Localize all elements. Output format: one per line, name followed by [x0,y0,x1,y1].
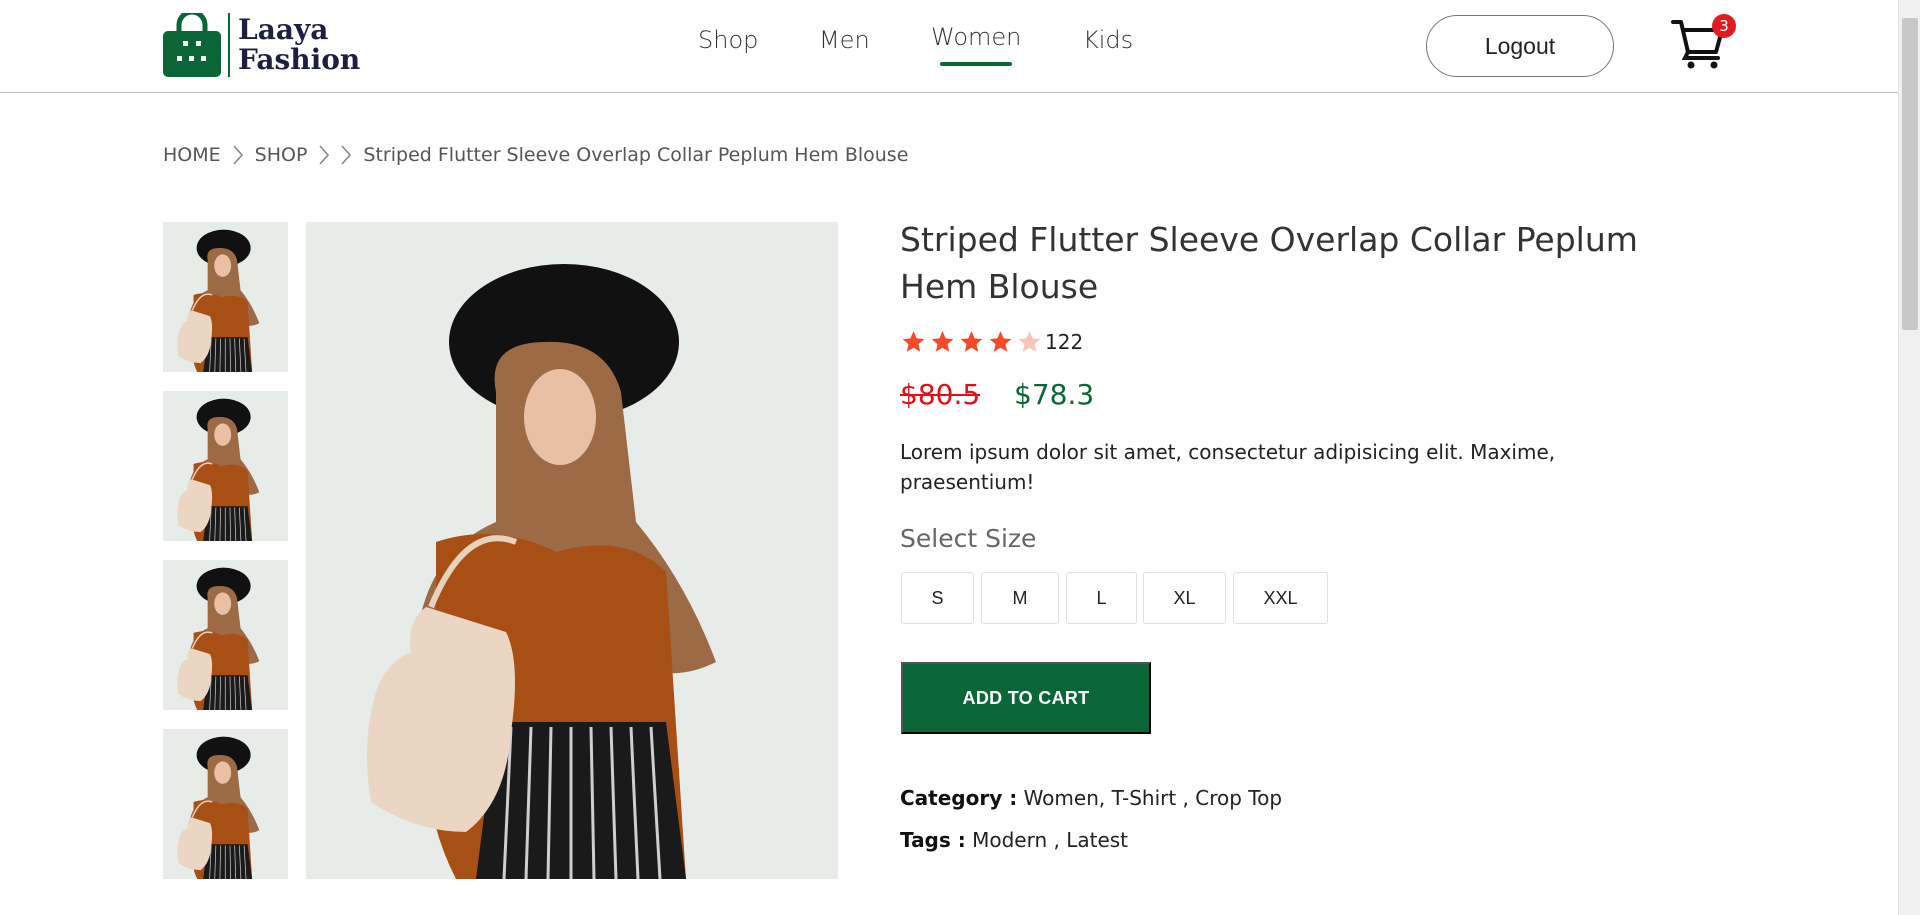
chevron-right-icon [319,145,330,165]
size-option-s[interactable]: S [901,572,974,624]
size-option-l[interactable]: L [1066,572,1137,624]
product-rating: 122 [900,329,1083,355]
product-category: Category : Women, T-Shirt , Crop Top [900,786,1282,810]
category-label: Category : [900,786,1018,810]
size-option-xxl[interactable]: XXL [1233,572,1328,624]
chevron-right-icon [341,145,352,165]
page-scrollbar[interactable] [1898,0,1920,915]
sale-price: $78.3 [1014,378,1095,411]
nav-men[interactable]: Men [819,26,870,54]
review-count: 122 [1045,330,1084,354]
product-description: Lorem ipsum dolor sit amet, consectetur … [900,440,1556,494]
shopping-bag-icon [162,9,222,77]
breadcrumb-current: Striped Flutter Sleeve Overlap Collar Pe… [363,144,909,166]
brand-name-line1: Laaya [238,13,329,46]
product-thumbnail-4[interactable] [163,729,288,879]
breadcrumb-home[interactable]: HOME [163,144,221,166]
product-thumbnail-2[interactable] [163,391,288,541]
scrollbar-thumb[interactable] [1902,18,1918,330]
cart-count-badge: 3 [1712,14,1736,38]
product-thumbnail-3[interactable] [163,560,288,710]
star-icon [902,331,925,352]
product-thumbnail-image [163,391,288,541]
tags-label: Tags : [900,828,966,852]
star-icon [1018,331,1041,352]
nav-kids[interactable]: Kids [1083,26,1133,54]
brand-name-line2: Fashion [238,43,361,76]
chevron-right-icon [233,145,243,165]
nav-shop[interactable]: Shop [698,26,758,54]
product-photo [306,222,838,879]
rating-stars [900,329,1045,355]
star-icon [989,331,1012,352]
product-thumbnail-image [163,222,288,372]
breadcrumb: HOME SHOP Striped Flutter Sleeve Overlap… [163,144,908,166]
product-thumbnail-image [163,560,288,710]
brand-logo[interactable]: Laaya Fashion [162,9,360,77]
add-to-cart-button[interactable]: ADD TO CART [901,662,1151,734]
product-main-image [306,222,838,879]
logout-button[interactable]: Logout [1426,15,1614,77]
product-tags: Tags : Modern , Latest [900,828,1128,852]
cart-button[interactable]: 3 [1670,14,1736,70]
nav-women[interactable]: Women [931,23,1021,66]
site-header: Laaya Fashion Shop Men Women Kids Logout… [0,0,1898,93]
product-thumbnail-image [163,729,288,879]
category-value[interactable]: Women, T-Shirt , Crop Top [1017,786,1282,810]
logo-divider [228,13,230,77]
product-thumbnail-1[interactable] [163,222,288,372]
breadcrumb-shop[interactable]: SHOP [255,144,308,166]
star-icon [960,331,983,352]
product-title: Striped Flutter Sleeve Overlap Collar Pe… [900,220,1638,306]
size-label: Select Size [900,524,1037,553]
size-option-xl[interactable]: XL [1143,572,1226,624]
brand-name: Laaya Fashion [238,15,360,75]
size-option-m[interactable]: M [981,572,1059,624]
star-icon [931,331,954,352]
tags-value[interactable]: Modern , Latest [966,828,1128,852]
original-price: $80.5 [900,378,981,411]
